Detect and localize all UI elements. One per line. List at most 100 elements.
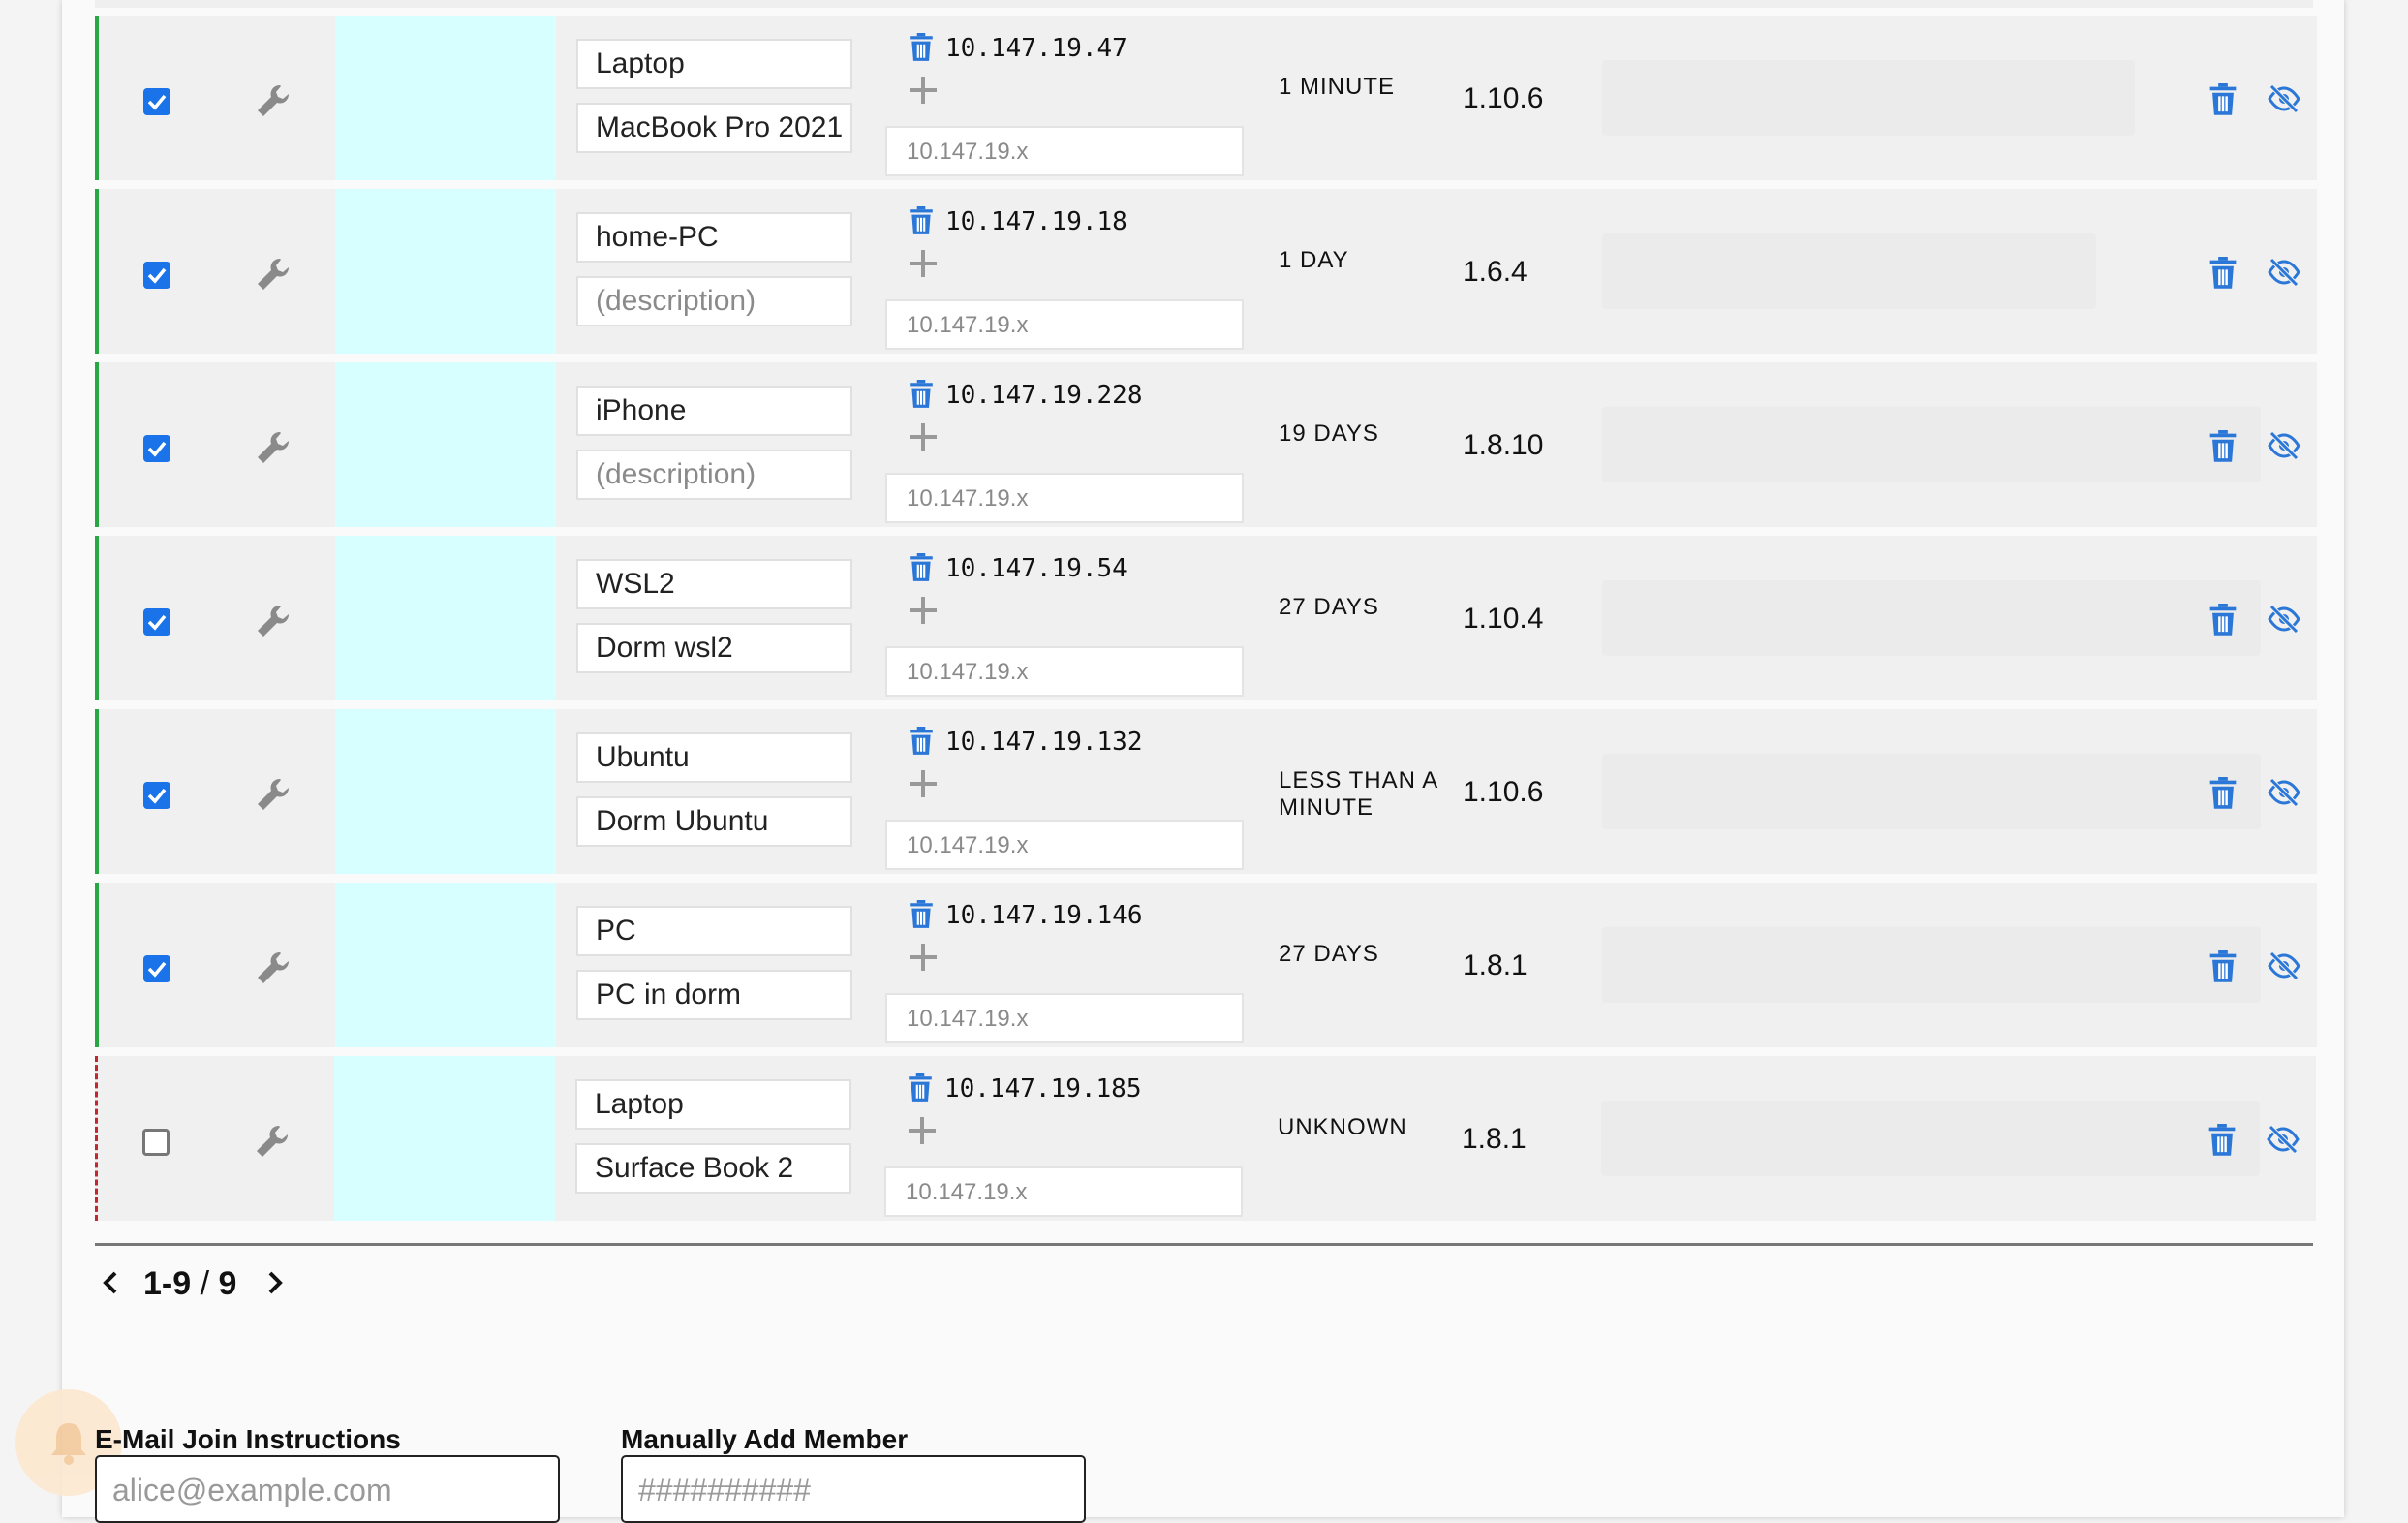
trash-icon[interactable] (2208, 430, 2238, 468)
authorize-checkbox[interactable] (143, 782, 170, 809)
member-id-cell (335, 536, 556, 700)
member-description-input[interactable]: PC in dorm (576, 970, 852, 1020)
eye-slash-icon[interactable] (2267, 950, 2301, 986)
member-name-input[interactable]: WSL2 (576, 559, 852, 609)
eye-slash-icon[interactable] (2266, 1124, 2300, 1160)
plus-icon[interactable] (909, 76, 938, 109)
member-id-cell (335, 189, 556, 354)
plus-icon[interactable] (908, 1116, 937, 1150)
plus-icon[interactable] (909, 596, 938, 630)
add-ip-input[interactable]: 10.147.19.x (885, 820, 1244, 870)
add-ip-input[interactable]: 10.147.19.x (885, 646, 1244, 697)
member-name-input[interactable]: Ubuntu (576, 732, 852, 783)
authorize-checkbox[interactable] (143, 608, 170, 636)
member-name-input[interactable]: Laptop (575, 1079, 851, 1130)
table-row: home-PC (description) 10.147.19.18 10.147.1… (95, 189, 2317, 354)
authorize-checkbox[interactable] (143, 262, 170, 289)
last-seen: UNKNOWN (1278, 1114, 1407, 1140)
add-ip-input[interactable]: 10.147.19.x (885, 993, 1244, 1043)
add-ip-input[interactable]: 10.147.19.x (884, 1166, 1243, 1217)
wrench-icon[interactable] (254, 948, 293, 992)
previous-row-edge (95, 0, 2313, 8)
trash-icon[interactable] (2208, 777, 2238, 815)
member-description-input[interactable]: MacBook Pro 2021 (576, 103, 852, 153)
chevron-right-icon[interactable] (265, 1270, 285, 1300)
ip-address: 10.147.19.146 (945, 901, 1143, 930)
member-description-input[interactable]: Surface Book 2 (575, 1143, 851, 1194)
member-name-input[interactable]: PC (576, 906, 852, 956)
table-divider (95, 1243, 2313, 1246)
eye-slash-icon[interactable] (2267, 430, 2301, 466)
trash-icon[interactable] (909, 553, 934, 587)
plus-icon[interactable] (909, 422, 938, 456)
wrench-icon[interactable] (254, 428, 293, 472)
add-ip-input[interactable]: 10.147.19.x (885, 126, 1244, 176)
member-description-input[interactable]: (description) (576, 450, 852, 500)
member-name-input[interactable]: Laptop (576, 39, 852, 89)
pagination-range: 1-9 (143, 1265, 192, 1302)
member-id-cell (335, 709, 556, 874)
add-ip-input[interactable]: 10.147.19.x (885, 299, 1244, 350)
trash-icon[interactable] (908, 1073, 933, 1107)
trash-icon[interactable] (2208, 950, 2238, 988)
eye-slash-icon[interactable] (2267, 257, 2301, 293)
trash-icon[interactable] (909, 900, 934, 934)
chevron-left-icon[interactable] (101, 1270, 120, 1300)
client-version: 1.6.4 (1463, 256, 1528, 288)
member-id-cell (335, 362, 556, 527)
wrench-icon[interactable] (254, 602, 293, 645)
eye-slash-icon[interactable] (2267, 777, 2301, 813)
eye-slash-icon[interactable] (2267, 604, 2301, 639)
pagination-total: 9 (218, 1265, 237, 1302)
table-row: Laptop MacBook Pro 2021 10.147.19.47 10.147… (95, 16, 2317, 180)
authorize-checkbox[interactable] (142, 1129, 170, 1156)
client-version: 1.8.10 (1463, 429, 1544, 461)
trash-icon[interactable] (909, 380, 934, 414)
ip-address: 10.147.19.228 (945, 381, 1143, 410)
plus-icon[interactable] (909, 249, 938, 283)
table-row: Laptop Surface Book 2 10.147.19.185 10.147.… (95, 1056, 2316, 1221)
email-join-input[interactable]: alice@example.com (95, 1455, 560, 1523)
wrench-icon[interactable] (253, 1122, 292, 1166)
client-version: 1.10.6 (1463, 82, 1544, 114)
physical-address-cell (1602, 233, 2096, 309)
trash-icon[interactable] (2208, 83, 2238, 121)
member-description-input[interactable]: (description) (576, 276, 852, 326)
member-name-input[interactable]: iPhone (576, 386, 852, 436)
member-id-cell (335, 16, 556, 180)
trash-icon[interactable] (909, 33, 934, 67)
last-seen: 27 DAYS (1279, 941, 1379, 967)
pagination-status: 1-9 / 9 (143, 1264, 236, 1303)
plus-icon[interactable] (909, 943, 938, 977)
authorize-checkbox[interactable] (143, 88, 170, 115)
wrench-icon[interactable] (254, 255, 293, 298)
last-seen: 1 MINUTE (1279, 74, 1396, 100)
wrench-icon[interactable] (254, 775, 293, 819)
ip-address: 10.147.19.47 (945, 34, 1127, 63)
trash-icon[interactable] (909, 206, 934, 240)
trash-icon[interactable] (909, 727, 934, 761)
member-description-input[interactable]: Dorm wsl2 (576, 623, 852, 673)
member-description-input[interactable]: Dorm Ubuntu (576, 796, 852, 847)
manual-add-input[interactable]: ########## (621, 1455, 1086, 1523)
last-seen: LESS THAN A MINUTE (1279, 767, 1437, 821)
authorize-checkbox[interactable] (143, 435, 170, 462)
trash-icon[interactable] (2207, 1124, 2237, 1162)
table-row: PC PC in dorm 10.147.19.146 10.147.19.x 27 D… (95, 883, 2317, 1047)
table-row: WSL2 Dorm wsl2 10.147.19.54 10.147.19.x 27 D… (95, 536, 2317, 700)
table-row: iPhone (description) 10.147.19.228 10.147.1… (95, 362, 2317, 527)
pagination-separator: / (191, 1265, 219, 1302)
trash-icon[interactable] (2208, 604, 2238, 641)
bell-icon (51, 1423, 86, 1465)
add-ip-input[interactable]: 10.147.19.x (885, 473, 1244, 523)
eye-slash-icon[interactable] (2267, 83, 2301, 119)
client-version: 1.8.1 (1463, 949, 1528, 981)
physical-address-cell (1602, 407, 2261, 482)
wrench-icon[interactable] (254, 81, 293, 125)
member-name-input[interactable]: home-PC (576, 212, 852, 263)
authorize-checkbox[interactable] (143, 955, 170, 982)
trash-icon[interactable] (2208, 257, 2238, 295)
plus-icon[interactable] (909, 769, 938, 803)
last-seen: 27 DAYS (1279, 594, 1379, 620)
table-row: Ubuntu Dorm Ubuntu 10.147.19.132 10.147.19.… (95, 709, 2317, 874)
